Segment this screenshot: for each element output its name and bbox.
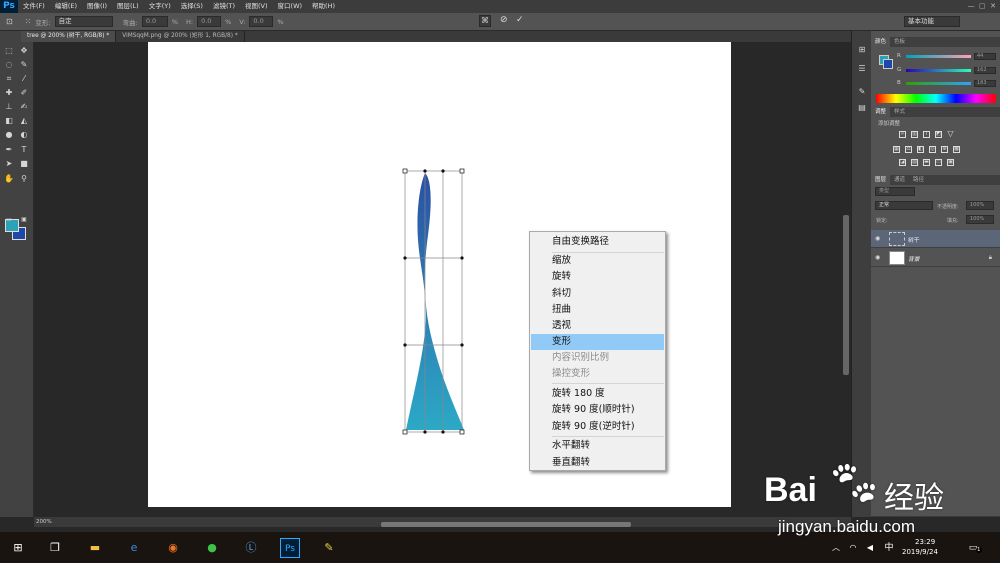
blue-circle-app-icon[interactable]: Ⓛ	[241, 538, 261, 558]
channel-mixer-icon[interactable]: ⊕	[941, 146, 948, 153]
right-panels: 颜色 色板 R 44 G 162 B 183 调整 样式 添加调整 ☼ ▥ ⌇ …	[871, 31, 1000, 517]
slider-r[interactable]	[906, 55, 971, 58]
baidu-paw-icon: 🐾︎	[826, 458, 882, 509]
tab-layers[interactable]: 图层	[871, 175, 891, 185]
tab-swatches[interactable]: 色板	[890, 37, 909, 47]
tool-presets-icon[interactable]: ▤	[856, 103, 868, 113]
vertical-scrollbar[interactable]	[843, 215, 849, 375]
adjustments-panel-tabs: 调整 样式	[871, 107, 1000, 117]
adjustments-hint: 添加调整	[878, 121, 901, 127]
paint-app-icon[interactable]: ✎	[319, 538, 339, 558]
layer-name: 树干	[908, 238, 920, 244]
history-panel-icon[interactable]: ⊞	[856, 45, 868, 55]
watermark-brand: Bai	[764, 471, 817, 509]
menu-item-scale[interactable]: 缩放	[531, 253, 664, 269]
value-b[interactable]: 183	[974, 80, 996, 87]
brightness-adjust-icon[interactable]: ☼	[899, 131, 906, 138]
menu-item-rotate-90-ccw[interactable]: 旋转 90 度(逆时针)	[531, 419, 664, 435]
fill-label: 填充:	[947, 218, 959, 224]
baidu-jingyan-watermark: Bai 🐾︎ 经验 jingyan.baidu.com	[764, 455, 1000, 540]
menu-item-free-transform-path[interactable]: 自由变换路径	[531, 234, 664, 250]
levels-adjust-icon[interactable]: ▥	[911, 131, 918, 138]
value-r[interactable]: 44	[974, 53, 996, 60]
task-view-icon[interactable]: ❐	[45, 538, 65, 558]
posterize-icon[interactable]: ▨	[911, 159, 918, 166]
visibility-eye-icon[interactable]: ◉	[875, 254, 880, 261]
volume-icon[interactable]: ◀	[860, 538, 880, 558]
color-lookup-icon[interactable]: ▩	[953, 146, 960, 153]
slider-b[interactable]	[906, 82, 971, 85]
color-balance-icon[interactable]: ⚖	[905, 146, 912, 153]
value-g[interactable]: 162	[974, 67, 996, 74]
file-explorer-icon[interactable]: ▬	[85, 538, 105, 558]
curves-adjust-icon[interactable]: ⌇	[923, 131, 930, 138]
clock-date[interactable]: 2019/9/24	[902, 548, 938, 556]
menu-item-flip-vertical[interactable]: 垂直翻转	[531, 455, 664, 471]
slider-label-b: B	[897, 80, 901, 86]
windows-start-icon[interactable]: ⊞	[8, 538, 28, 558]
invert-icon[interactable]: ◪	[899, 159, 906, 166]
layer-thumbnail	[889, 232, 905, 246]
brush-panel-icon[interactable]: ✎	[856, 87, 868, 97]
menu-item-rotate-90-cw[interactable]: 旋转 90 度(顺时针)	[531, 402, 664, 418]
slider-label-g: G	[897, 67, 902, 73]
properties-panel-icon[interactable]: ☰	[856, 64, 868, 74]
ime-indicator[interactable]: 中	[879, 538, 899, 558]
tree-trunk-shape[interactable]	[406, 173, 464, 430]
fill-input[interactable]: 100%	[966, 215, 994, 224]
menu-item-distort[interactable]: 扭曲	[531, 302, 664, 318]
color-spectrum-bar[interactable]	[876, 94, 996, 103]
menu-item-warp[interactable]: 变形	[531, 334, 664, 350]
black-white-icon[interactable]: ◧	[917, 146, 924, 153]
layer-row-trunk[interactable]: ◉ 树干	[871, 230, 1000, 248]
wechat-icon[interactable]: ●	[202, 538, 222, 558]
opacity-label: 不透明度:	[937, 204, 959, 210]
blend-mode-select[interactable]: 正常	[875, 201, 933, 210]
slider-label-r: R	[897, 53, 901, 59]
vibrance-adjust-icon[interactable]: ▽	[947, 130, 954, 138]
zoom-level[interactable]: 200%	[36, 519, 52, 525]
slider-g[interactable]	[906, 69, 971, 72]
layer-thumbnail	[889, 251, 905, 265]
gradient-map-icon[interactable]: ▭	[935, 159, 942, 166]
menu-separator	[552, 436, 664, 437]
tab-color[interactable]: 颜色	[871, 37, 891, 47]
tab-paths[interactable]: 路径	[909, 175, 928, 185]
panel-background-swatch[interactable]	[883, 59, 893, 69]
tab-channels[interactable]: 通道	[890, 175, 909, 185]
layer-row-background[interactable]: ◉ 背景 🔒︎	[871, 249, 1000, 267]
threshold-icon[interactable]: ▬	[923, 159, 930, 166]
watermark-url: jingyan.baidu.com	[778, 517, 916, 536]
panel-icon-strip: ⊞ ☰ ✎ ▤	[851, 31, 871, 517]
menu-item-rotate[interactable]: 旋转	[531, 269, 664, 285]
edge-browser-icon[interactable]: e	[124, 538, 144, 558]
menu-item-perspective[interactable]: 透视	[531, 318, 664, 334]
layer-name: 背景	[908, 257, 920, 263]
watermark-suffix: 经验	[884, 481, 944, 516]
photoshop-taskbar-icon[interactable]: Ps	[280, 538, 300, 558]
selective-color-icon[interactable]: ▣	[947, 159, 954, 166]
notification-count: 1	[976, 547, 982, 553]
menu-item-rotate-180[interactable]: 旋转 180 度	[531, 386, 664, 402]
tab-adjustments[interactable]: 调整	[871, 107, 891, 117]
visibility-eye-icon[interactable]: ◉	[875, 235, 880, 242]
menu-item-content-aware-scale[interactable]: 内容识别比例	[531, 350, 664, 366]
transform-context-menu: 自由变换路径 缩放 旋转 斜切 扭曲 透视 变形 内容识别比例 操控变形 旋转 …	[529, 231, 666, 471]
layer-filter-select[interactable]: 类型	[875, 187, 915, 196]
opacity-input[interactable]: 100%	[966, 201, 994, 210]
horizontal-scrollbar[interactable]	[381, 522, 631, 527]
lock-label: 锁定:	[876, 218, 888, 224]
menu-item-puppet-warp[interactable]: 操控变形	[531, 366, 664, 382]
lock-icon: 🔒︎	[988, 254, 992, 261]
menu-separator	[552, 383, 664, 384]
tab-styles[interactable]: 样式	[890, 107, 909, 117]
firefox-icon[interactable]: ◉	[163, 538, 183, 558]
hue-adjust-icon[interactable]: ▦	[893, 146, 900, 153]
menu-item-flip-horizontal[interactable]: 水平翻转	[531, 438, 664, 454]
color-panel-tabs: 颜色 色板	[871, 37, 1000, 47]
layers-panel-tabs: 图层 通道 路径	[871, 175, 1000, 185]
exposure-adjust-icon[interactable]: ◩	[935, 131, 942, 138]
menu-item-skew[interactable]: 斜切	[531, 286, 664, 302]
photo-filter-icon[interactable]: ◎	[929, 146, 936, 153]
